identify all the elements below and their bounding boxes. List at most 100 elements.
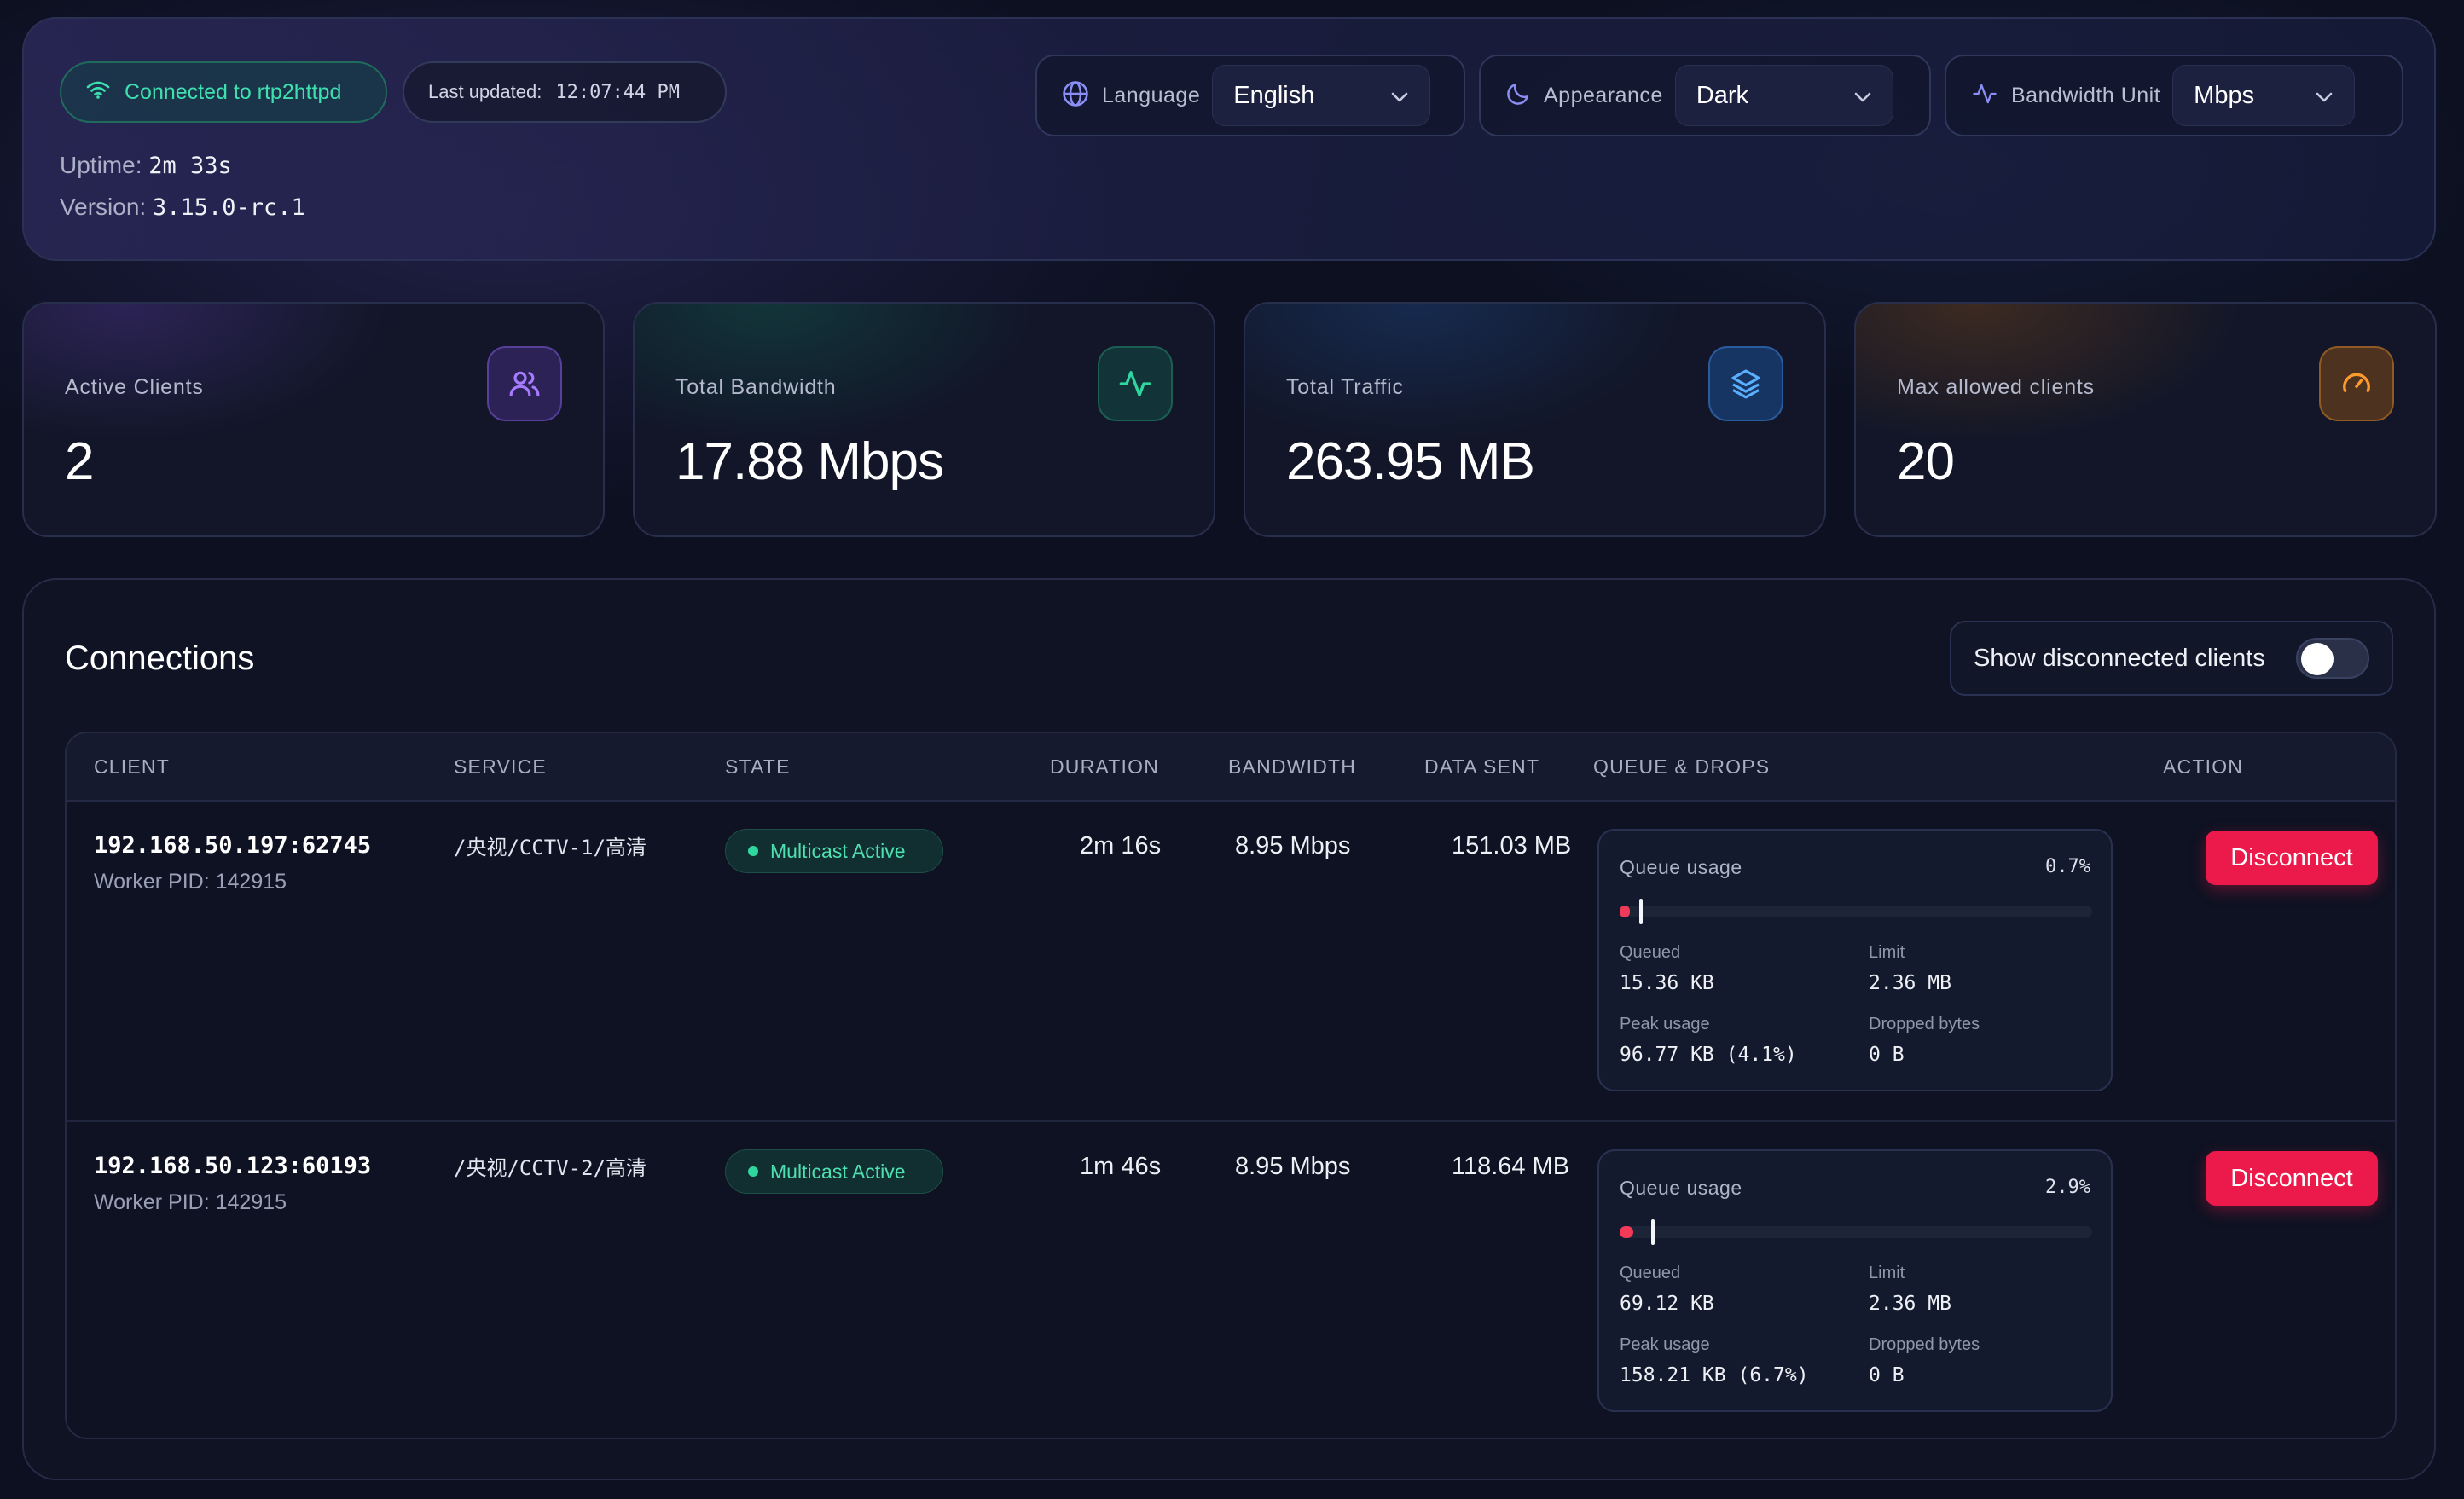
queue-usage-bar [1620,899,2092,924]
dropped-bytes-label: Dropped bytes [1869,1335,1980,1354]
queue-usage-fill [1620,906,1630,917]
stat-card-total-traffic: Total Traffic 263.95 MB [1244,302,1826,537]
worker-pid: Worker PID: 142915 [94,870,287,894]
col-duration: DURATION [1050,755,1160,778]
uptime-label: Uptime: [60,152,142,178]
uptime-value: 2m 33s [148,153,232,179]
queue-usage-percent: 2.9% [2045,1177,2090,1198]
service-path: /央视/CCTV-1/高清 [454,836,647,859]
disconnect-button[interactable]: Disconnect [2206,1151,2378,1206]
language-selector-group: Language English [1035,55,1465,136]
state-text: Multicast Active [770,1160,906,1183]
col-queue-drops: QUEUE & DROPS [1593,755,1771,778]
stat-card-total-bandwidth: Total Bandwidth 17.88 Mbps [633,302,1215,537]
queued-value: 15.36 KB [1620,972,1714,994]
stat-card-active-clients: Active Clients 2 [22,302,605,537]
appearance-selector-group: Appearance Dark [1479,55,1931,136]
layers-icon [1708,346,1783,421]
version-line: Version: 3.15.0-rc.1 [60,194,305,221]
dropped-bytes-value: 0 B [1869,1044,1905,1066]
language-label: Language [1102,83,1201,107]
chevron-down-icon [1853,82,1872,110]
disconnect-button[interactable]: Disconnect [2206,831,2378,885]
stat-label: Active Clients [65,375,204,399]
limit-value: 2.36 MB [1869,1293,1951,1315]
stat-value: 2 [65,432,94,491]
connections-table: CLIENT SERVICE STATE DURATION BANDWIDTH … [65,732,2397,1439]
table-header: CLIENT SERVICE STATE DURATION BANDWIDTH … [67,733,2395,802]
table-row: 192.168.50.197:62745 Worker PID: 142915 … [67,802,2395,1120]
switch-knob [2301,643,2334,675]
queue-card: Queue usage 0.7% Queued 15.36 KB Limit 2… [1597,829,2113,1091]
client-address: 192.168.50.123:60193 [94,1153,372,1179]
queue-usage-fill [1620,1226,1634,1238]
connection-status-badge: Connected to rtp2httpd [60,61,387,123]
connections-panel: Connections Show disconnected clients CL… [22,578,2436,1480]
chevron-down-icon [1390,82,1409,110]
data-sent: 118.64 MB [1452,1153,1570,1180]
dropped-bytes-value: 0 B [1869,1364,1905,1386]
last-updated-time: 12:07:44 PM [555,81,681,103]
queued-label: Queued [1620,943,1681,962]
col-data-sent: DATA SENT [1424,755,1540,778]
bandwidth-unit-selector-group: Bandwidth Unit Mbps [1945,55,2403,136]
data-sent: 151.03 MB [1452,832,1572,859]
table-row: 192.168.50.123:60193 Worker PID: 142915 … [67,1120,2395,1438]
status-header: Connected to rtp2httpd Last updated: 12:… [22,17,2436,261]
duration: 2m 16s [1080,832,1162,859]
state-text: Multicast Active [770,839,906,862]
show-disconnected-switch[interactable] [2296,638,2369,679]
uptime-line: Uptime: 2m 33s [60,152,232,179]
users-icon [487,346,562,421]
stat-value: 263.95 MB [1286,432,1535,491]
version-label: Version: [60,194,147,220]
language-select[interactable]: English [1212,65,1431,126]
limit-label: Limit [1869,943,1905,962]
show-disconnected-toggle-group[interactable]: Show disconnected clients [1950,621,2393,696]
state-badge: Multicast Active [725,829,943,873]
queue-card: Queue usage 2.9% Queued 69.12 KB Limit 2… [1597,1149,2113,1412]
gauge-icon [2319,346,2394,421]
service-path: /央视/CCTV-2/高清 [454,1156,647,1180]
stat-value: 17.88 Mbps [675,432,944,491]
activity-icon [1098,346,1173,421]
peak-usage-label: Peak usage [1620,1015,1710,1033]
appearance-label: Appearance [1544,83,1663,107]
appearance-value: Dark [1696,81,1749,109]
appearance-select[interactable]: Dark [1674,65,1893,126]
queue-usage-label: Queue usage [1620,1177,1742,1199]
worker-pid: Worker PID: 142915 [94,1190,287,1214]
stat-label: Max allowed clients [1897,375,2095,399]
bandwidth-unit-select[interactable]: Mbps [2172,65,2356,126]
queue-usage-bar [1620,1219,2092,1245]
version-value: 3.15.0-rc.1 [152,194,305,221]
col-action: ACTION [2163,755,2244,778]
state-badge: Multicast Active [725,1149,943,1194]
peak-marker [1638,899,1643,924]
last-updated-label: Last updated: [428,81,542,102]
bandwidth-unit-label: Bandwidth Unit [2011,83,2161,107]
queue-usage-percent: 0.7% [2045,856,2090,877]
connections-title: Connections [65,640,255,677]
moon-icon [1504,80,1532,112]
stat-label: Total Traffic [1286,375,1404,399]
dropped-bytes-label: Dropped bytes [1869,1015,1980,1033]
limit-label: Limit [1869,1264,1905,1282]
globe-icon [1061,79,1090,113]
client-address: 192.168.50.197:62745 [94,832,372,859]
col-bandwidth: BANDWIDTH [1228,755,1357,778]
queue-usage-label: Queue usage [1620,856,1742,878]
stat-value: 20 [1897,432,1955,491]
status-dot-icon [748,846,758,856]
last-updated-badge: Last updated: 12:07:44 PM [403,61,727,123]
status-dot-icon [748,1166,758,1177]
limit-value: 2.36 MB [1869,972,1951,994]
stat-card-max-clients: Max allowed clients 20 [1854,302,2437,537]
wifi-icon [85,79,111,106]
bandwidth-unit-value: Mbps [2194,81,2255,109]
bandwidth: 8.95 Mbps [1235,1153,1351,1180]
col-client: CLIENT [94,755,170,778]
chevron-down-icon [2315,82,2334,110]
peak-marker [1651,1219,1655,1245]
activity-icon [1970,81,1999,111]
